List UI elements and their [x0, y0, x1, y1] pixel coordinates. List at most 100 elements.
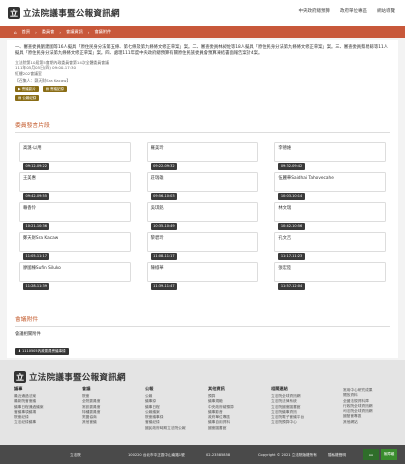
speech-time-badge[interactable]: 09:56-10:03: [150, 193, 178, 200]
speech-card[interactable]: 伍麗華Saidhai Tahovecahe 10:03-10:14: [274, 172, 386, 200]
speech-card[interactable]: 黎碧玲 11:08-11:17: [146, 232, 259, 260]
footer-link[interactable]: 國會圖書館: [208, 426, 234, 431]
breadcrumb-attachment: 會議附件: [94, 29, 112, 34]
speech-time-badge[interactable]: 09:12-09:22: [23, 163, 50, 170]
logo-icon: 立: [8, 7, 20, 19]
footer-column: 會議 院會 全院委員會 常設委員會 特種委員會 黨團協商 其他會議: [82, 386, 100, 426]
footer-link[interactable]: 立法院預算中心: [271, 420, 304, 425]
speech-time-badge[interactable]: 09:32-09:42: [278, 163, 305, 170]
footer-column-title: 會議: [82, 386, 91, 391]
speech-card[interactable]: 張宏陸 11:57-12:04: [274, 262, 386, 290]
speech-time-badge[interactable]: 10:21-10:36: [23, 223, 50, 230]
privacy-link[interactable]: 隱私權聲明: [328, 453, 346, 458]
speech-time-badge[interactable]: 10:35-10:49: [150, 223, 178, 230]
footer-column: 其他資訊 預算 議事規範 中央政府總預算 議事影音 政府單位專區 議事自用資料 國會圖書館: [208, 386, 234, 431]
speaker-name: 張宏陸: [278, 266, 292, 272]
breadcrumb-home[interactable]: 首頁: [22, 29, 30, 35]
record-button[interactable]: ▤ 會議記錄: [42, 86, 68, 93]
speech-time-badge[interactable]: 11:17-11:23: [278, 253, 305, 260]
breadcrumb: ⌂ 首頁 › 委員會 › 會議資訊 › 會議附件: [0, 26, 405, 38]
speech-card[interactable]: 林文瑞 10:42-10:56: [274, 202, 386, 230]
speech-time-badge[interactable]: 11:08-11:17: [150, 253, 178, 260]
speech-time-badge[interactable]: 11:57-12:04: [278, 283, 305, 290]
footer-column-title: 其他資訊: [208, 386, 225, 391]
speech-time-badge[interactable]: 10:42-10:56: [278, 223, 305, 230]
speech-card[interactable]: 孔文吉 11:17-11:23: [274, 232, 386, 260]
accessibility-aa-badge[interactable]: AA: [363, 449, 379, 460]
attachment-file-button[interactable]: ⬇ 1110505內政委員會議事錄: [15, 348, 69, 355]
speaker-name: 鄭天財Sra Kacaw: [23, 236, 59, 242]
footer-link[interactable]: 立法紀錄議事: [14, 420, 44, 425]
speech-card[interactable]: 羅美玲 09:22-09:32: [146, 142, 259, 170]
gazette-button[interactable]: ▤ 公報紀錄: [15, 95, 40, 102]
speech-card[interactable]: 鄭天財Sra Kacaw 11:05-11:17: [19, 232, 131, 260]
speech-card[interactable]: 李德維 09:32-09:42: [274, 142, 386, 170]
speaker-name: 黎碧玲: [150, 236, 164, 242]
footer-phone: 02-23585858: [206, 453, 231, 457]
speech-grid: 高潞‧以用 09:12-09:22 羅美玲 09:22-09:32 李德維 09:32-0…: [7, 133, 398, 290]
footer-address: 100220 台北市中正區中山南路1號: [128, 453, 185, 457]
speech-card[interactable]: 莊瑞雄 09:56-10:03: [146, 172, 259, 200]
main-content: 一、審查委員劉建國等16人擬具「原住民身分法第五條、第七條及第九條條文修正草案」…: [7, 40, 398, 358]
speech-card[interactable]: 賴香伶 10:21-10:36: [19, 202, 131, 230]
speech-time-badge[interactable]: 10:03-10:14: [278, 193, 305, 200]
speaker-name: 李德維: [278, 146, 292, 152]
footer-link[interactable]: 全院委員會: [82, 399, 100, 404]
nav-budget-link[interactable]: 中央政府總預算: [299, 8, 331, 14]
footer-logo[interactable]: 立 立法院議事暨公報資訊網: [14, 371, 126, 383]
nav-gov-unit-link[interactable]: 政府單位專區: [340, 8, 367, 14]
speeches-title: 委員發言片段: [15, 114, 390, 134]
meeting-location: 紅樓202會議室: [15, 70, 42, 76]
nav-sitemap-link[interactable]: 網站導覽: [377, 8, 395, 14]
speaker-name: 王美惠: [23, 176, 36, 182]
speaker-name: 孔文吉: [278, 236, 292, 242]
speech-card[interactable]: 高潞‧以用 09:12-09:22: [19, 142, 131, 170]
footer: 立 立法院議事暨公報資訊網 議事 最近通過法案 最新院會會議 議事日程通過議案 會議事項…: [0, 360, 405, 445]
speech-card[interactable]: 陳椒華 11:39-11:47: [146, 262, 259, 290]
footer-column-title: 公報: [145, 386, 154, 391]
meeting-convener: 【召集人：鄭天財Sra Kacaw】: [15, 77, 71, 83]
top-header: 立 立法院議事暨公報資訊網 中央政府總預算 政府單位專區 網站導覽: [0, 0, 405, 26]
meeting-actions-2: ▤ 公報紀錄: [15, 95, 390, 102]
speech-card[interactable]: 廖國棟Sufin Siluko 11:28-11:39: [19, 262, 131, 290]
breadcrumb-committee[interactable]: 委員會: [42, 29, 55, 35]
speaker-name: 伍麗華Saidhai Tahovecahe: [278, 176, 334, 182]
accessibility-badge[interactable]: 無障礙: [381, 449, 397, 460]
speech-time-badge[interactable]: 11:28-11:39: [23, 283, 50, 290]
footer-column: 常用中心研究成果 開放資料 全國法規資料庫 行政院全球資訊網 司法院全球資訊網 國發會專區…: [343, 386, 373, 425]
video-button[interactable]: ▶ 會議影片: [15, 86, 39, 93]
video-icon: ▶: [18, 87, 21, 92]
speech-card[interactable]: 王美惠 09:42-09:55: [19, 172, 131, 200]
speaker-name: 廖國棟Sufin Siluko: [23, 266, 61, 272]
footer-link[interactable]: 其他會議: [82, 420, 100, 425]
speech-time-badge[interactable]: 11:39-11:47: [150, 283, 178, 290]
speaker-name: 林文瑞: [278, 206, 292, 212]
attachments-title: 會議附件: [15, 314, 390, 328]
speaker-name: 羅美玲: [150, 146, 164, 152]
site-logo[interactable]: 立 立法院議事暨公報資訊網: [8, 7, 120, 19]
footer-link[interactable]: 議事自用資料: [208, 420, 234, 425]
speech-time-badge[interactable]: 09:22-09:32: [150, 163, 178, 170]
speech-time-badge[interactable]: 11:05-11:17: [23, 253, 50, 260]
footer-copyright: Copyright © 2021 立法院版權所有: [258, 453, 317, 457]
home-icon[interactable]: ⌂: [14, 30, 17, 35]
meeting-description: 一、審查委員劉建國等16人擬具「原住民身分法第五條、第七條及第九條條文修正草案」…: [15, 45, 389, 56]
doc-icon: ▤: [18, 96, 22, 101]
logo-text: 立法院議事暨公報資訊網: [23, 9, 120, 19]
breadcrumb-meeting[interactable]: 會議資訊: [66, 29, 83, 35]
footer-column: 公報 公報 議事錄 議事日程 公報議案 院會議事錄 會議紀錄 國民政府時期立法院公報: [145, 386, 186, 431]
doc-icon: ▤: [45, 87, 50, 92]
footer-column-title: 議事: [14, 386, 23, 391]
footer-org: 立法院: [70, 453, 81, 457]
speech-time-badge[interactable]: 09:42-09:55: [23, 193, 50, 200]
footer-link[interactable]: 國民政府時期立法院公報: [145, 426, 186, 431]
footer-link[interactable]: 其他網站: [343, 420, 373, 425]
speaker-name: 莊瑞雄: [150, 176, 164, 182]
speech-card[interactable]: 吳琪銘 10:35-10:49: [146, 202, 259, 230]
speaker-name: 陳椒華: [150, 266, 164, 272]
speaker-name: 吳琪銘: [150, 206, 164, 212]
footer-bar: 立法院 100220 台北市中正區中山南路1號 02-23585858 Copy…: [0, 445, 405, 464]
footer-column: 議事 最近通過法案 最新院會會議 議事日程通過議案 會議事項議場 院會紀錄 立法紀錄議事: [14, 386, 44, 426]
attachments-subtitle: 會議相關附件: [15, 332, 41, 338]
meeting-actions: ▶ 會議影片 ▤ 會議記錄: [15, 86, 390, 93]
